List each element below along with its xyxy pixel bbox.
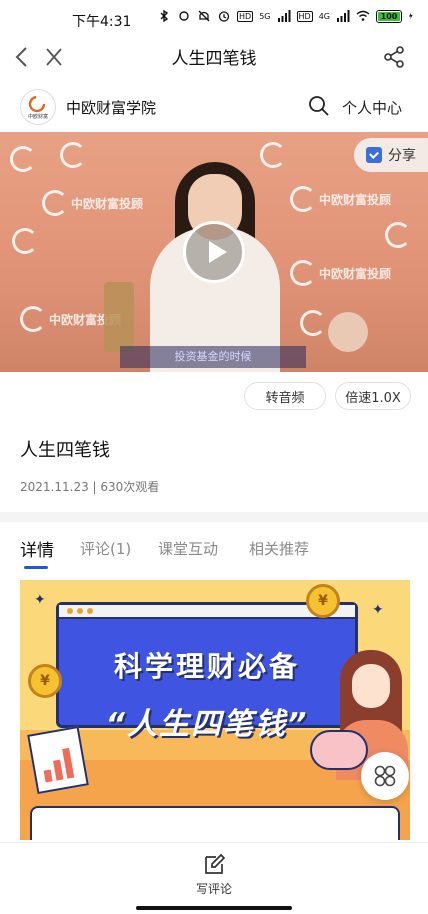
piggy-bank-icon xyxy=(310,730,368,770)
banner-headline: 科学理财必备 xyxy=(113,650,300,683)
share-check-icon xyxy=(366,147,382,163)
tab-details[interactable]: 详情 xyxy=(20,536,54,561)
sparkle-icon: ✦ xyxy=(372,602,384,618)
grid-menu-button[interactable] xyxy=(361,752,409,800)
page-title: 人生四笔钱 xyxy=(171,49,257,69)
alarm-icon xyxy=(218,11,230,22)
signal-icon-2 xyxy=(337,10,350,22)
battery-icon: 100 xyxy=(376,9,402,23)
section-divider xyxy=(0,512,428,522)
clover-grid-icon xyxy=(374,765,396,787)
video-subtitle: 投资基金的时候 xyxy=(120,346,306,368)
video-player[interactable]: 中欧财富投顾 中欧财富投顾 中欧财富投顾 中欧财富投顾 投资基金的时候 分享 xyxy=(0,132,428,372)
tab-classroom[interactable]: 课堂互动 xyxy=(158,538,218,559)
sparkle-icon: ✦ xyxy=(34,592,46,608)
bottom-bar: 写评论 xyxy=(0,842,428,902)
share-icon[interactable] xyxy=(382,45,406,69)
watermark-logo xyxy=(10,146,36,172)
write-comment-label[interactable]: 写评论 xyxy=(0,880,428,897)
watermark: 中欧财富投顾 xyxy=(290,260,391,286)
mute-icon xyxy=(198,10,210,22)
status-icons: HD 5G HD 4G 100 xyxy=(157,9,416,23)
desk-decoration xyxy=(104,282,134,352)
charging-icon xyxy=(409,12,413,20)
signal-icon xyxy=(277,10,291,22)
course-meta: 2021.11.23 | 630次观看 xyxy=(20,480,160,494)
watermark-logo xyxy=(385,222,411,248)
brand-bar: 中欧财富 中欧财富学院 个人中心 xyxy=(0,84,428,130)
bluetooth-icon xyxy=(160,9,169,23)
playback-speed-button[interactable]: 倍速1.0X xyxy=(335,382,411,410)
status-time: 下午4:31 xyxy=(72,14,132,30)
search-icon[interactable] xyxy=(308,95,330,117)
home-indicator xyxy=(136,906,292,910)
logo-icon: 中欧财富 xyxy=(28,95,48,120)
watermark: 中欧财富投顾 xyxy=(42,190,143,216)
watermark: 中欧财富投顾 xyxy=(290,186,391,212)
title-bar: 人生四笔钱 xyxy=(0,38,428,76)
hd-badge: HD xyxy=(237,10,254,22)
watermark-logo xyxy=(260,142,286,168)
tab-active-indicator xyxy=(24,566,48,569)
brand-name[interactable]: 中欧财富学院 xyxy=(66,97,156,118)
vibrate-icon xyxy=(179,11,189,21)
logo-text: 中欧财富 xyxy=(28,113,48,120)
personal-center-link[interactable]: 个人中心 xyxy=(342,97,402,118)
coin-icon: ¥ xyxy=(306,584,340,618)
hd-badge-2: HD xyxy=(296,10,313,22)
watermark-logo xyxy=(300,310,326,336)
video-share-label: 分享 xyxy=(388,148,416,164)
watermark-logo xyxy=(60,142,86,168)
banner-subheadline: “人生四笔钱” xyxy=(105,707,309,742)
battery-level: 100 xyxy=(380,11,398,21)
detail-banner-image: ✦ ✦ 科学理财必备 “人生四笔钱” ¥ ¥ ¥ xyxy=(20,580,410,840)
tab-comments[interactable]: 评论(1) xyxy=(80,538,131,559)
coin-icon: ¥ xyxy=(28,664,62,698)
chart-card-icon xyxy=(27,725,89,795)
tab-recommendations[interactable]: 相关推荐 xyxy=(249,538,309,559)
course-title: 人生四笔钱 xyxy=(20,440,110,461)
banner-card xyxy=(30,806,400,840)
brand-logo[interactable]: 中欧财富 xyxy=(20,89,56,125)
video-share-button[interactable]: 分享 xyxy=(354,138,428,172)
network-4g-label: 4G xyxy=(318,11,330,21)
play-icon[interactable] xyxy=(183,221,245,283)
flower-decoration xyxy=(328,312,368,352)
watermark-logo xyxy=(12,228,38,254)
network-5g-label: 5G xyxy=(259,11,271,21)
content-tabs: 详情 评论(1) 课堂互动 相关推荐 xyxy=(0,530,428,570)
status-bar: 下午4:31 HD 5G HD 4G 100 xyxy=(0,0,428,38)
wifi-icon xyxy=(356,10,370,21)
banner-screen: 科学理财必备 “人生四笔钱” xyxy=(56,602,358,742)
audio-mode-button[interactable]: 转音频 xyxy=(244,382,326,410)
edit-icon[interactable] xyxy=(202,853,226,877)
